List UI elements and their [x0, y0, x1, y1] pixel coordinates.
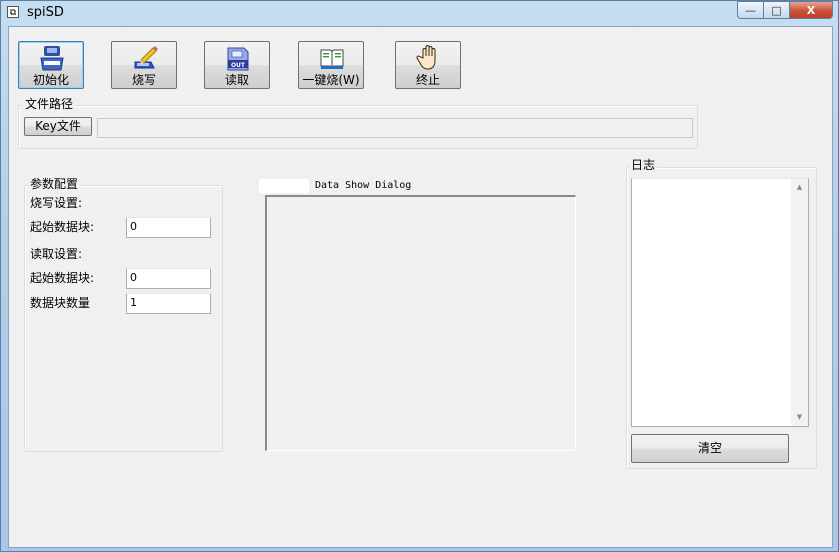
- read-start-block-input[interactable]: 0: [126, 268, 211, 289]
- log-group-title: 日志: [629, 158, 658, 172]
- init-button[interactable]: 初始化: [18, 41, 84, 89]
- stop-button[interactable]: 终止: [395, 41, 461, 89]
- client-area: 初始化 烧写 OUT 读取 一键烧(W) 终止 文件路径 Key文件 参数配置 …: [8, 26, 833, 548]
- read-start-block-label: 起始数据块:: [30, 271, 95, 285]
- window-controls: — □ X: [737, 1, 833, 19]
- main-window: ⧉ spiSD — □ X 初始化 烧写 OUT 读取 一键烧(W) 终止 文件…: [0, 0, 839, 552]
- params-group-title: 参数配置: [28, 177, 81, 191]
- stop-button-label: 终止: [415, 73, 440, 87]
- pencil-write-icon: [134, 46, 158, 69]
- read-button[interactable]: OUT 读取: [204, 41, 270, 89]
- window-title: spiSD: [27, 5, 64, 20]
- write-start-block-input[interactable]: 0: [126, 217, 211, 238]
- write-start-block-label: 起始数据块:: [30, 220, 95, 234]
- maximize-icon: □: [771, 3, 782, 17]
- block-count-label: 数据块数量: [30, 296, 91, 310]
- file-path-group-title: 文件路径: [23, 97, 76, 111]
- close-icon: X: [806, 3, 816, 17]
- title-bar[interactable]: ⧉ spiSD — □ X: [1, 1, 838, 25]
- read-button-label: 读取: [224, 73, 249, 87]
- data-show-title: Data Show Dialog: [259, 179, 412, 193]
- log-textarea[interactable]: ▲ ▼: [631, 178, 809, 427]
- hand-stop-icon: [416, 45, 436, 70]
- book-icon: [320, 49, 344, 69]
- one-key-burn-button[interactable]: 一键烧(W): [298, 41, 364, 89]
- minimize-button[interactable]: —: [737, 1, 763, 19]
- svg-text:OUT: OUT: [231, 62, 246, 69]
- close-button[interactable]: X: [789, 1, 833, 19]
- key-file-button[interactable]: Key文件: [24, 117, 92, 136]
- write-button-label: 烧写: [131, 73, 156, 87]
- usb-drive-icon: [40, 46, 64, 71]
- read-settings-label: 读取设置:: [30, 247, 83, 261]
- scroll-down-icon[interactable]: ▼: [791, 409, 808, 426]
- write-settings-label: 烧写设置:: [30, 196, 83, 210]
- one-key-burn-button-label: 一键烧(W): [302, 73, 360, 87]
- out-drive-icon: OUT: [227, 47, 249, 71]
- init-button-label: 初始化: [32, 73, 69, 87]
- log-scrollbar[interactable]: ▲ ▼: [791, 179, 808, 426]
- clear-log-button[interactable]: 清空: [631, 434, 789, 463]
- scroll-up-icon[interactable]: ▲: [791, 179, 808, 196]
- block-count-input[interactable]: 1: [126, 293, 211, 314]
- write-button[interactable]: 烧写: [111, 41, 177, 89]
- app-icon: ⧉: [7, 6, 19, 18]
- data-show-panel[interactable]: [265, 195, 576, 451]
- minimize-icon: —: [745, 3, 756, 17]
- maximize-button[interactable]: □: [763, 1, 789, 19]
- file-path-input[interactable]: [97, 118, 693, 138]
